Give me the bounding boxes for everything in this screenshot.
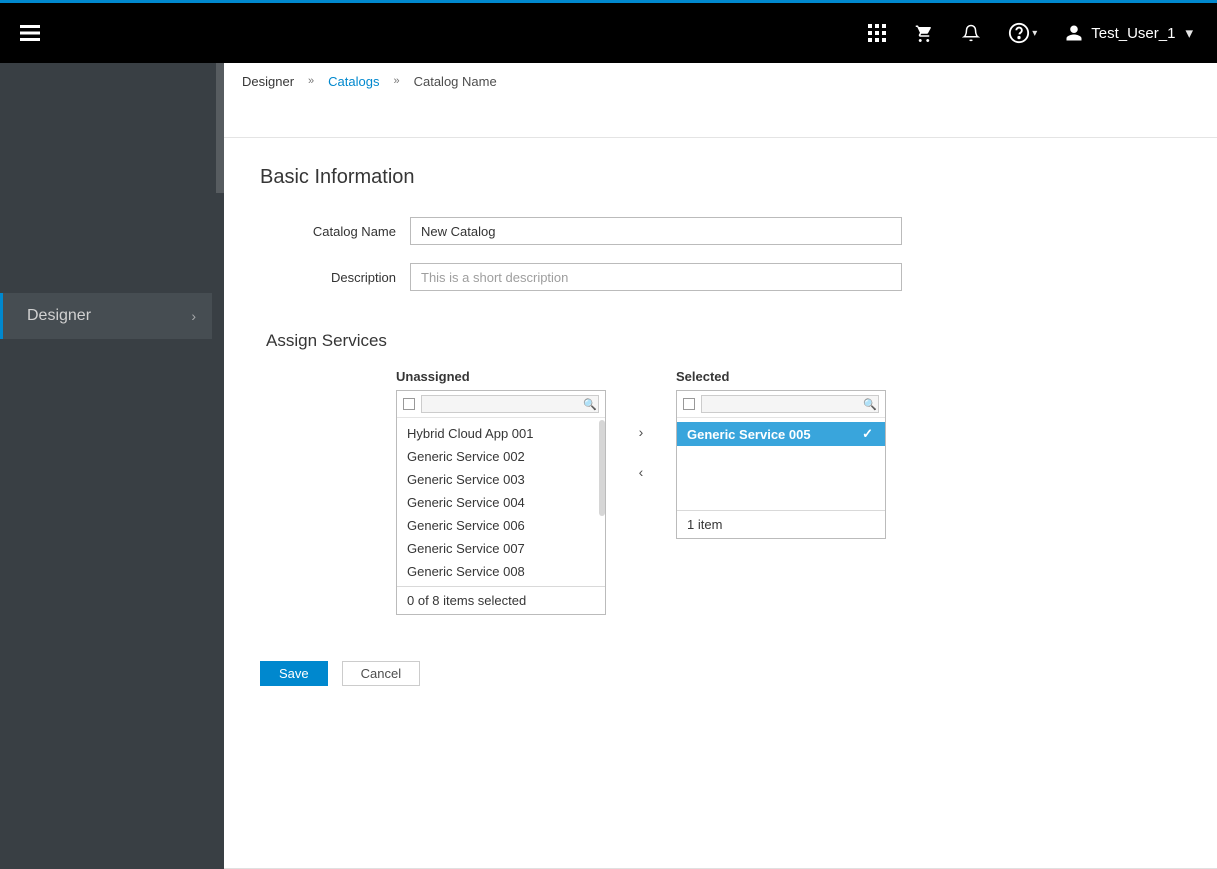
help-icon[interactable]: ▾ [1008,22,1037,44]
selected-list-label: Selected [676,369,886,384]
breadcrumb-root[interactable]: Designer [242,74,294,89]
selected-panel: Selected 🔍 Generic Se [676,369,886,539]
list-item[interactable]: Hybrid Cloud App 001 [397,422,605,445]
user-name-label: Test_User_1 [1091,25,1175,42]
breadcrumb-separator-icon: » [393,75,399,87]
unassigned-footer: 0 of 8 items selected [397,586,605,614]
unassigned-list[interactable]: Hybrid Cloud App 001 Generic Service 002… [397,418,605,586]
selected-list[interactable]: Generic Service 005 ✓ [677,418,885,510]
check-icon: ✓ [862,426,873,442]
unassigned-label: Unassigned [396,369,606,384]
workspace: Designer › Designer » Catalogs » Catalog… [0,63,1217,869]
search-icon: 🔍 [862,398,878,411]
chevron-down-icon: ▾ [1032,28,1037,39]
sidebar-item-label: Designer [27,307,91,325]
section-heading-basic-info: Basic Information [260,166,1181,189]
apps-grid-icon[interactable] [868,24,886,42]
dual-list-selector: Unassigned 🔍 Hybrid Cloud [396,369,1181,615]
breadcrumb: Designer » Catalogs » Catalog Name [224,63,1217,99]
sidebar-scrollbar[interactable] [216,63,224,193]
description-label: Description [260,270,396,285]
list-item[interactable]: Generic Service 003 [397,468,605,491]
catalog-name-label: Catalog Name [260,224,396,239]
breadcrumb-separator-icon: » [308,75,314,87]
notifications-bell-icon[interactable] [962,23,980,43]
unassigned-select-all-checkbox[interactable] [403,398,415,410]
move-left-button[interactable]: ‹ [630,461,652,483]
list-scrollbar[interactable] [599,420,605,516]
search-icon: 🔍 [582,398,598,411]
catalog-name-input[interactable] [410,217,902,245]
list-item[interactable]: Generic Service 004 [397,491,605,514]
user-icon [1065,24,1083,42]
save-button[interactable]: Save [260,661,328,686]
list-item-label: Generic Service 005 [687,427,811,442]
unassigned-search-input[interactable]: 🔍 [421,395,599,413]
list-item[interactable]: Generic Service 005 ✓ [677,422,885,446]
chevron-right-icon: › [191,308,196,324]
selected-search-input[interactable]: 🔍 [701,395,879,413]
cancel-button[interactable]: Cancel [342,661,420,686]
unassigned-panel: Unassigned 🔍 Hybrid Cloud [396,369,606,615]
content-panel: Designer » Catalogs » Catalog Name Basic… [224,63,1217,869]
user-menu[interactable]: Test_User_1 ▾ [1065,24,1193,42]
move-right-button[interactable]: › [630,421,652,443]
breadcrumb-catalogs-link[interactable]: Catalogs [328,74,379,89]
list-item[interactable]: Generic Service 008 [397,560,605,583]
list-item[interactable]: Generic Service 002 [397,445,605,468]
cart-icon[interactable] [914,24,934,42]
hamburger-menu-button[interactable] [20,25,40,41]
list-item[interactable]: Generic Service 006 [397,514,605,537]
selected-select-all-checkbox[interactable] [683,398,695,410]
topbar: ▾ Test_User_1 ▾ [0,3,1217,63]
section-heading-assign-services: Assign Services [266,331,1181,351]
breadcrumb-current: Catalog Name [414,74,497,89]
sidebar-item-designer[interactable]: Designer › [0,293,212,339]
chevron-down-icon: ▾ [1185,24,1193,42]
selected-footer: 1 item [677,510,885,538]
sidebar: Designer › [0,63,224,869]
list-item[interactable]: Generic Service 007 [397,537,605,560]
description-input[interactable] [410,263,902,291]
